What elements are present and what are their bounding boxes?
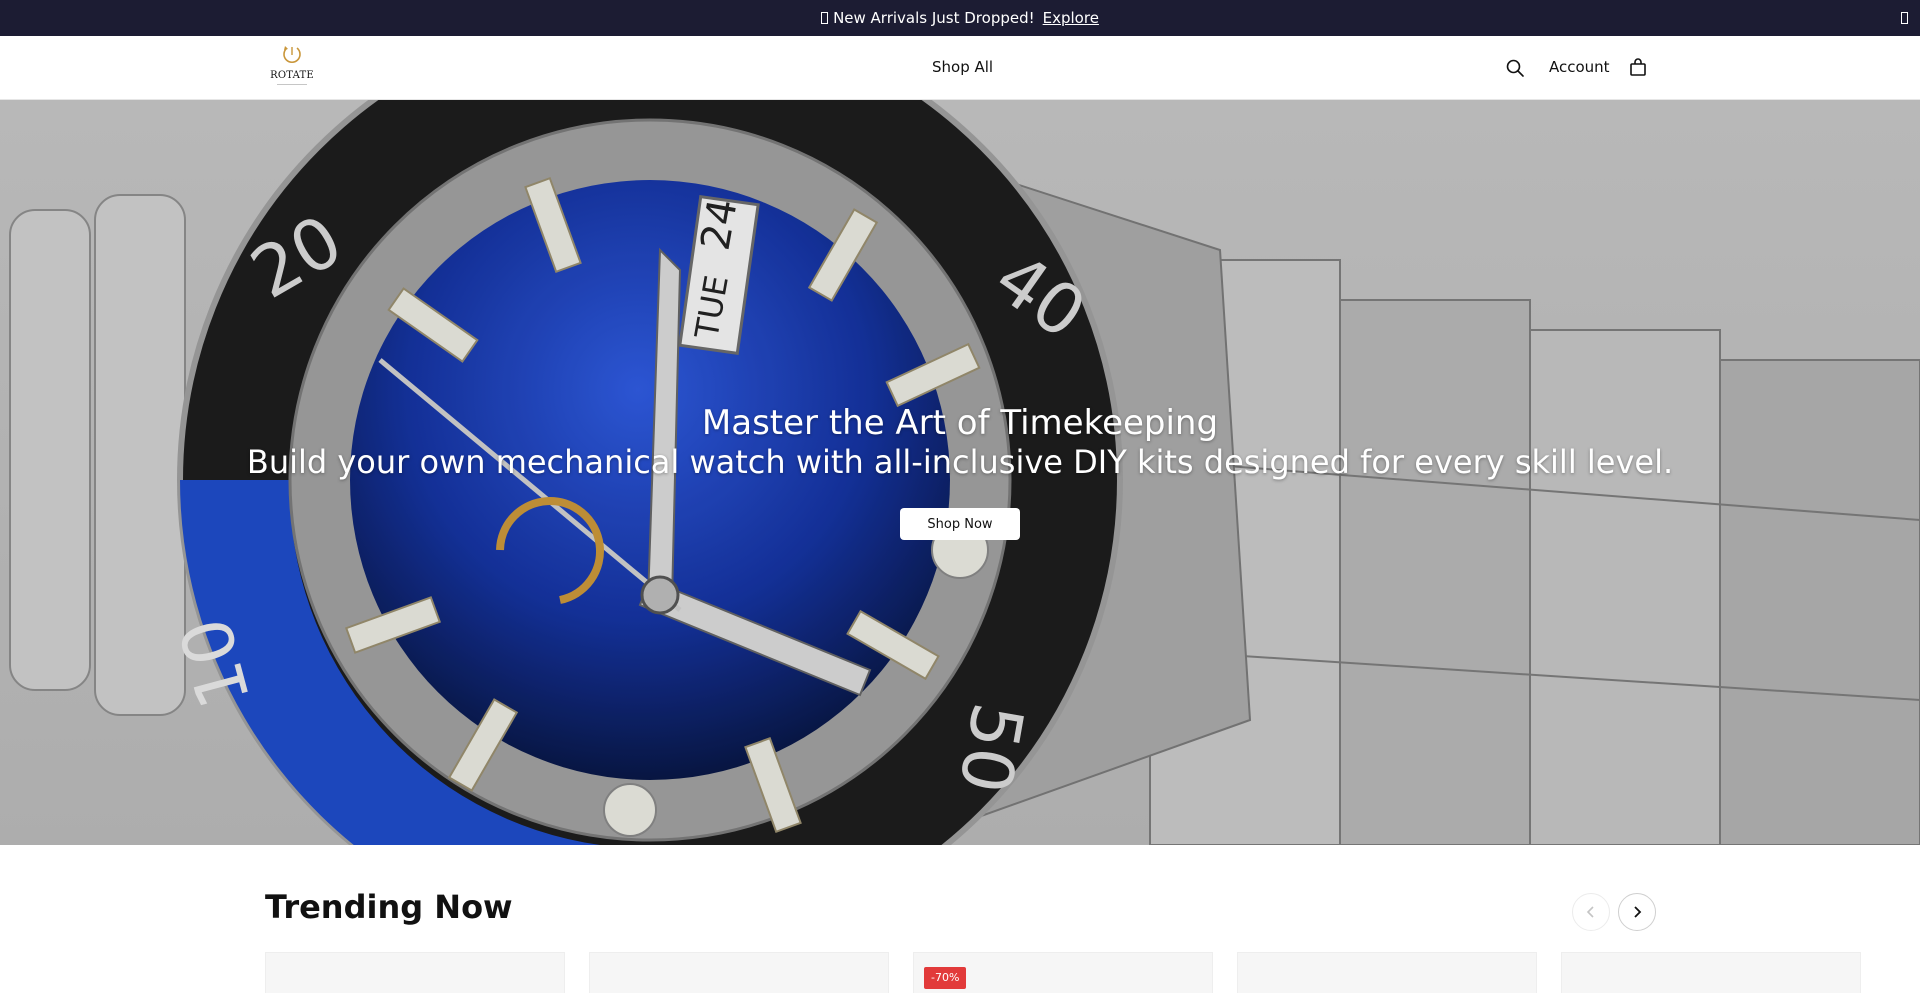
product-card[interactable] [589, 952, 889, 993]
gift-icon [821, 12, 829, 24]
product-carousel [265, 952, 1920, 993]
announcement-text: New Arrivals Just Dropped! [833, 9, 1035, 27]
explore-link[interactable]: Explore [1043, 9, 1099, 27]
logo-text: ROTATE [270, 70, 314, 81]
site-header: ROTATE Shop All Account [0, 36, 1920, 100]
rotate-logo-icon [283, 46, 301, 63]
carousel-prev-button[interactable] [1572, 893, 1610, 931]
product-card[interactable] [1561, 952, 1861, 993]
logo[interactable]: ROTATE [265, 43, 319, 91]
product-card[interactable] [265, 952, 565, 993]
search-icon[interactable] [1505, 58, 1525, 78]
logo-underline [277, 84, 307, 85]
chevron-left-icon [1586, 906, 1594, 918]
trending-title: Trending Now [265, 888, 513, 926]
hero-subtitle: Build your own mechanical watch with all… [246, 443, 1674, 481]
carousel-next-button[interactable] [1618, 893, 1656, 931]
bag-icon[interactable] [1628, 57, 1648, 77]
shop-now-button[interactable]: Shop Now [900, 508, 1020, 540]
product-card[interactable] [1237, 952, 1537, 993]
discount-badge: -70% [924, 967, 967, 989]
announcement-bar: New Arrivals Just Dropped! Explore [0, 0, 1920, 36]
account-link[interactable]: Account [1549, 58, 1610, 76]
close-icon[interactable] [1901, 12, 1908, 24]
hero-title: Master the Art of Timekeeping [701, 403, 1219, 443]
hero-banner: 24 TUE 20 40 50 10 Master the Art of Tim… [0, 100, 1920, 845]
chevron-right-icon [1634, 906, 1642, 918]
nav-shop-all[interactable]: Shop All [932, 58, 993, 76]
